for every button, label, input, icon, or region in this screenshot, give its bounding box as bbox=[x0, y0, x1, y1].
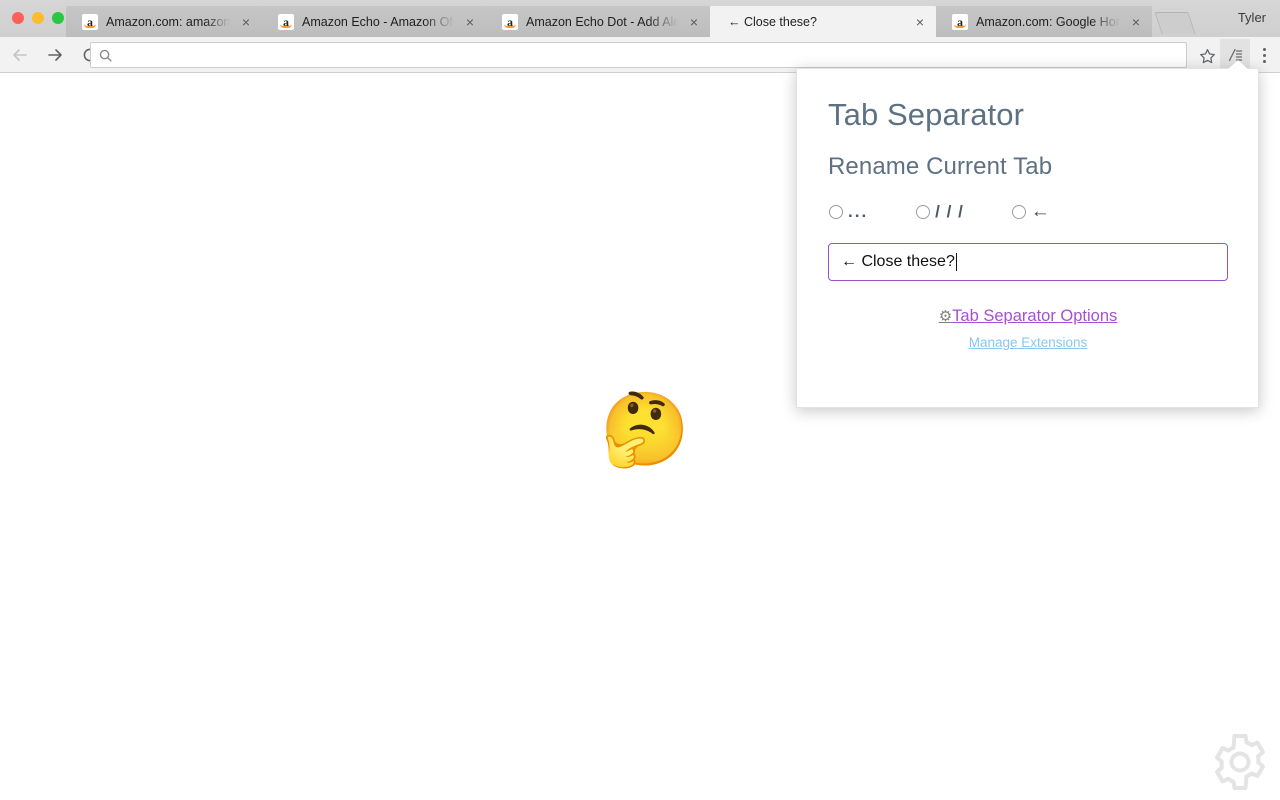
address-bar[interactable] bbox=[90, 42, 1187, 68]
window-minimize-button[interactable] bbox=[32, 12, 44, 24]
tab-title: Amazon.com: Google Home: Certified bbox=[976, 14, 1120, 29]
amazon-favicon: a bbox=[82, 13, 98, 30]
tab-divider bbox=[1151, 11, 1152, 33]
tab-close-icon[interactable]: × bbox=[1128, 14, 1144, 30]
tab-separator-popup: Tab Separator Rename Current Tab ... / /… bbox=[796, 68, 1259, 408]
separator-option-label: ... bbox=[848, 202, 869, 222]
tab-close-icon[interactable]: × bbox=[686, 14, 702, 30]
manage-extensions-link[interactable]: Manage Extensions bbox=[828, 335, 1228, 350]
amazon-favicon: a bbox=[952, 13, 968, 30]
tab-separator-options-link[interactable]: ⚙ Tab Separator Options bbox=[939, 307, 1118, 327]
tab-close-icon[interactable]: × bbox=[238, 14, 254, 30]
browser-tab-4-active[interactable]: ← Close these? × bbox=[710, 6, 936, 37]
tab-list: a Amazon.com: amazon echo × a Amazon Ech… bbox=[66, 6, 1196, 37]
tab-title: ← Close these? bbox=[728, 14, 817, 29]
separator-option-dots[interactable]: ... bbox=[829, 203, 868, 220]
tab-close-icon[interactable]: × bbox=[462, 14, 478, 30]
browser-tab-3[interactable]: a Amazon Echo Dot - Add Alexa to any roo… bbox=[486, 6, 710, 37]
bookmark-star-icon[interactable] bbox=[1196, 45, 1218, 67]
browser-tab-5[interactable]: a Amazon.com: Google Home: Certified × bbox=[936, 6, 1152, 37]
separator-option-label: ← bbox=[1030, 201, 1050, 223]
rename-tab-input-value: ← Close these? bbox=[841, 253, 955, 271]
new-tab-button[interactable] bbox=[1154, 12, 1196, 34]
back-icon[interactable] bbox=[5, 40, 35, 70]
separator-option-label: / / / bbox=[935, 202, 964, 222]
profile-name[interactable]: Tyler bbox=[1238, 10, 1266, 25]
chrome-menu-icon[interactable] bbox=[1254, 43, 1274, 67]
tab-title: Amazon Echo Dot - Add Alexa to any room bbox=[526, 14, 678, 29]
radio-circle-icon[interactable] bbox=[916, 204, 931, 219]
tab-title: Amazon Echo - Amazon Official Site bbox=[302, 14, 454, 29]
popup-links: ⚙ Tab Separator Options Manage Extensions bbox=[828, 307, 1228, 350]
tab-separator-options-label: Tab Separator Options bbox=[952, 307, 1118, 326]
tab-close-icon[interactable]: × bbox=[912, 14, 928, 30]
browser-window: a Amazon.com: amazon echo × a Amazon Ech… bbox=[0, 0, 1280, 800]
gear-icon: ⚙ bbox=[938, 308, 953, 326]
gear-watermark-icon bbox=[1208, 730, 1272, 794]
thinking-face-emoji: 🤔 bbox=[600, 390, 690, 470]
forward-icon[interactable] bbox=[40, 40, 70, 70]
window-traffic-lights bbox=[12, 12, 64, 24]
tab-title: Amazon.com: amazon echo bbox=[106, 14, 230, 29]
radio-circle-icon[interactable] bbox=[1011, 204, 1026, 219]
search-icon bbox=[99, 49, 112, 62]
text-caret bbox=[955, 253, 957, 272]
separator-radio-group: ... / / / ← bbox=[828, 202, 1227, 221]
tab-strip: a Amazon.com: amazon echo × a Amazon Ech… bbox=[0, 0, 1280, 37]
separator-option-slashes[interactable]: / / / bbox=[916, 203, 964, 220]
popup-title: Tab Separator bbox=[828, 97, 1025, 132]
popup-subtitle: Rename Current Tab bbox=[828, 153, 1053, 181]
browser-tab-1[interactable]: a Amazon.com: amazon echo × bbox=[66, 6, 262, 37]
window-close-button[interactable] bbox=[12, 12, 24, 24]
separator-option-arrow[interactable]: ← bbox=[1011, 201, 1050, 223]
rename-tab-input[interactable]: ← Close these? bbox=[828, 243, 1228, 282]
amazon-favicon: a bbox=[278, 13, 294, 30]
amazon-favicon: a bbox=[502, 13, 518, 30]
popup-pointer bbox=[1225, 60, 1251, 72]
browser-tab-2[interactable]: a Amazon Echo - Amazon Official Site × bbox=[262, 6, 486, 37]
window-zoom-button[interactable] bbox=[52, 12, 64, 24]
radio-circle-icon[interactable] bbox=[829, 204, 843, 219]
